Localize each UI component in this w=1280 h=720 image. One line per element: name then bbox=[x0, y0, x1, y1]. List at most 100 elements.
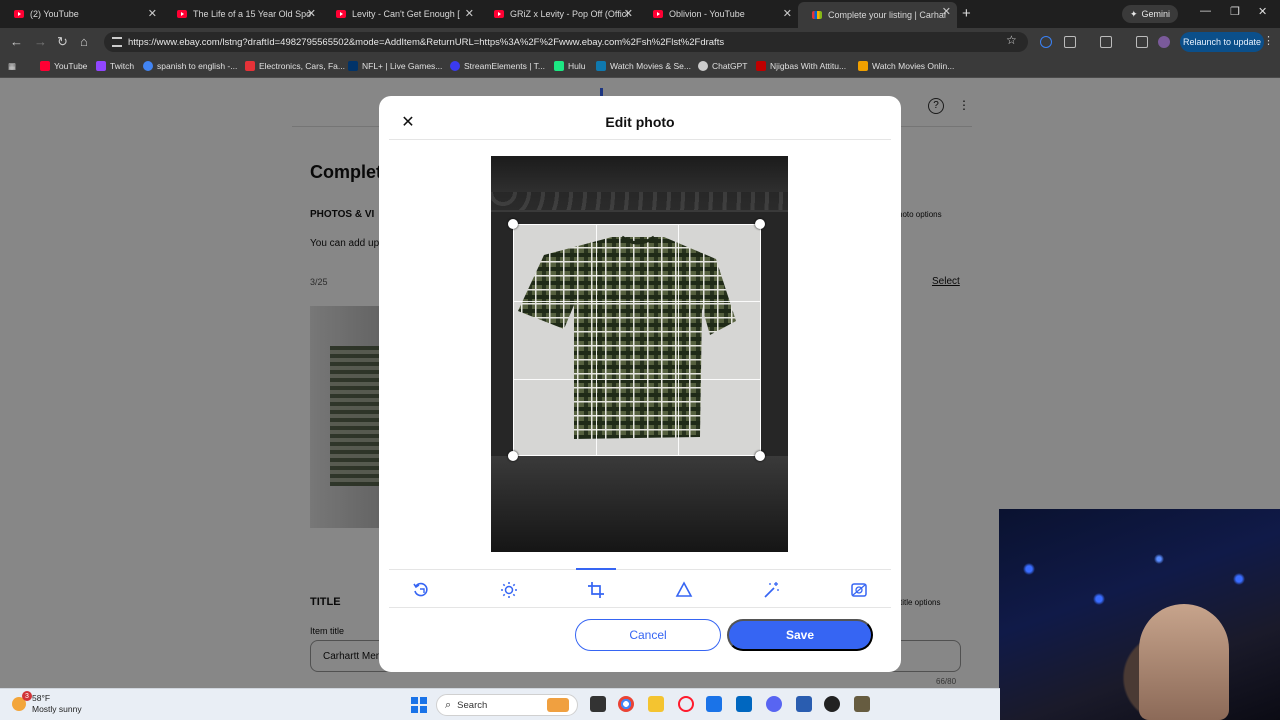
tab-life-of-15[interactable]: The Life of a 15 Year Old Sponsor ✕ bbox=[163, 4, 322, 24]
contrast-icon[interactable] bbox=[664, 572, 704, 608]
bookmark-youtube[interactable]: YouTube bbox=[40, 61, 87, 71]
menu-kebab-icon[interactable]: ⋮ bbox=[1263, 34, 1274, 47]
njigbas-icon bbox=[756, 61, 766, 71]
crop-handle-bottom-left[interactable] bbox=[508, 451, 518, 461]
reading-list-icon[interactable] bbox=[1136, 36, 1148, 48]
extensions-icon[interactable] bbox=[1064, 36, 1076, 48]
tab-search-icon[interactable] bbox=[1100, 36, 1112, 48]
streamelements-icon bbox=[450, 61, 460, 71]
rockstar-icon[interactable] bbox=[796, 696, 812, 712]
app-icon[interactable] bbox=[854, 696, 870, 712]
relaunch-button[interactable]: Relaunch to update bbox=[1180, 32, 1264, 52]
edit-tools bbox=[379, 572, 901, 608]
crop-handle-top-left[interactable] bbox=[508, 219, 518, 229]
twitch-icon bbox=[96, 61, 106, 71]
chatgpt-icon bbox=[698, 61, 708, 71]
bookmark-chatgpt[interactable]: ChatGPT bbox=[698, 61, 747, 71]
audio-icon[interactable] bbox=[1040, 36, 1052, 48]
apps-grid-icon[interactable]: ▦ bbox=[8, 61, 16, 72]
crop-grid-line bbox=[514, 301, 760, 302]
bookmark-hulu[interactable]: Hulu bbox=[554, 61, 585, 71]
bookmark-streamelements[interactable]: StreamElements | T... bbox=[450, 61, 545, 71]
photo-canvas[interactable] bbox=[491, 156, 788, 552]
gemini-button[interactable]: ✦ Gemini bbox=[1122, 5, 1179, 23]
maximize-button[interactable]: ❐ bbox=[1230, 5, 1240, 18]
chrome-icon[interactable] bbox=[618, 696, 634, 712]
tab-griz-levity[interactable]: GRiZ x Levity - Pop Off (Official ✕ bbox=[480, 4, 639, 24]
crop-area[interactable] bbox=[513, 224, 761, 456]
edit-photo-dialog: ✕ Edit photo Cancel Save bbox=[379, 96, 901, 672]
google-icon bbox=[143, 61, 153, 71]
close-tab-icon[interactable]: ✕ bbox=[148, 7, 157, 20]
toolbar-top-divider bbox=[389, 569, 891, 570]
back-arrow-icon[interactable]: ← bbox=[10, 34, 23, 49]
browser-toolbar: ← → ↻ ⌂ https://www.ebay.com/lstng?draft… bbox=[0, 28, 1280, 56]
tab-bar: (2) YouTube ✕ The Life of a 15 Year Old … bbox=[0, 0, 1280, 28]
save-button[interactable]: Save bbox=[727, 619, 873, 651]
new-tab-button[interactable]: + bbox=[962, 5, 971, 22]
obs-icon[interactable] bbox=[824, 696, 840, 712]
bookmark-njigbas[interactable]: Njigbas With Attitu... bbox=[756, 61, 846, 71]
site-info-icon[interactable] bbox=[112, 37, 122, 47]
background-remove-icon[interactable] bbox=[839, 572, 879, 608]
close-tab-icon[interactable]: ✕ bbox=[465, 7, 474, 20]
active-tool-indicator bbox=[576, 568, 616, 570]
file-explorer-icon[interactable] bbox=[648, 696, 664, 712]
notepad-icon[interactable] bbox=[706, 696, 722, 712]
search-highlight-icon bbox=[547, 698, 569, 712]
windows-start-icon[interactable] bbox=[411, 697, 427, 713]
streamer-video bbox=[1139, 604, 1229, 720]
weather-widget[interactable]: 3 58°F Mostly sunny bbox=[12, 691, 82, 715]
address-bar[interactable]: https://www.ebay.com/lstng?draftId=49827… bbox=[104, 32, 1028, 52]
crop-handle-top-right[interactable] bbox=[755, 219, 765, 229]
bookmark-twitch[interactable]: Twitch bbox=[96, 61, 134, 71]
youtube-icon bbox=[40, 61, 50, 71]
weather-icon: 3 bbox=[12, 691, 32, 711]
auto-enhance-icon[interactable] bbox=[751, 572, 791, 608]
hulu-icon bbox=[554, 61, 564, 71]
youtube-icon bbox=[653, 10, 663, 18]
forward-arrow-icon[interactable]: → bbox=[34, 34, 47, 49]
shirt-image bbox=[514, 225, 760, 455]
taskbar-search[interactable]: ⌕ Search bbox=[436, 694, 578, 716]
bookmark-star-icon[interactable]: ☆ bbox=[1006, 33, 1017, 47]
minimize-button[interactable]: — bbox=[1200, 5, 1211, 17]
crop-grid-line bbox=[596, 225, 597, 455]
tab-levity[interactable]: Levity - Can't Get Enough [ ✕ bbox=[322, 4, 480, 24]
close-tab-icon[interactable]: ✕ bbox=[783, 7, 792, 20]
profile-avatar-icon[interactable] bbox=[1158, 36, 1170, 48]
bookmark-ebay[interactable]: Electronics, Cars, Fa... bbox=[245, 61, 345, 71]
gemini-icon: ✦ bbox=[1130, 8, 1138, 19]
blanket-texture bbox=[491, 192, 788, 210]
bookmark-watch-movies[interactable]: Watch Movies & Se... bbox=[596, 61, 691, 71]
bookmark-nfl[interactable]: NFL+ | Live Games... bbox=[348, 61, 442, 71]
crop-icon[interactable] bbox=[576, 572, 616, 608]
opera-gx-icon[interactable] bbox=[678, 696, 694, 712]
movie-icon bbox=[596, 61, 606, 71]
close-tab-icon[interactable]: ✕ bbox=[307, 7, 316, 20]
brightness-icon[interactable] bbox=[489, 572, 529, 608]
nfl-icon bbox=[348, 61, 358, 71]
tab-ebay-listing[interactable]: Complete your listing | Carhartt ✕ bbox=[798, 2, 957, 28]
crop-grid-line bbox=[514, 379, 760, 380]
reload-icon[interactable]: ↻ bbox=[57, 34, 68, 50]
task-view-icon[interactable] bbox=[590, 696, 606, 712]
rotate-icon[interactable] bbox=[401, 572, 441, 608]
youtube-icon bbox=[494, 10, 504, 18]
bookmarks-bar: ▦ YouTube Twitch spanish to english -...… bbox=[0, 56, 1280, 78]
hd-icon bbox=[858, 61, 868, 71]
search-icon: ⌕ bbox=[445, 698, 452, 711]
bookmark-watch-movies-online[interactable]: Watch Movies Onlin... bbox=[858, 61, 954, 71]
home-icon[interactable]: ⌂ bbox=[80, 34, 88, 49]
tab-oblivion[interactable]: Oblivion - YouTube ✕ bbox=[639, 4, 798, 24]
window-close-button[interactable]: ✕ bbox=[1258, 5, 1267, 18]
tab-youtube[interactable]: (2) YouTube ✕ bbox=[0, 4, 163, 24]
title-divider bbox=[389, 139, 891, 140]
close-tab-icon[interactable]: ✕ bbox=[942, 5, 951, 18]
photos-icon[interactable] bbox=[736, 696, 752, 712]
cancel-button[interactable]: Cancel bbox=[575, 619, 721, 651]
discord-icon[interactable] bbox=[766, 696, 782, 712]
bookmark-spanish-to-english[interactable]: spanish to english -... bbox=[143, 61, 237, 71]
close-tab-icon[interactable]: ✕ bbox=[624, 7, 633, 20]
crop-handle-bottom-right[interactable] bbox=[755, 451, 765, 461]
